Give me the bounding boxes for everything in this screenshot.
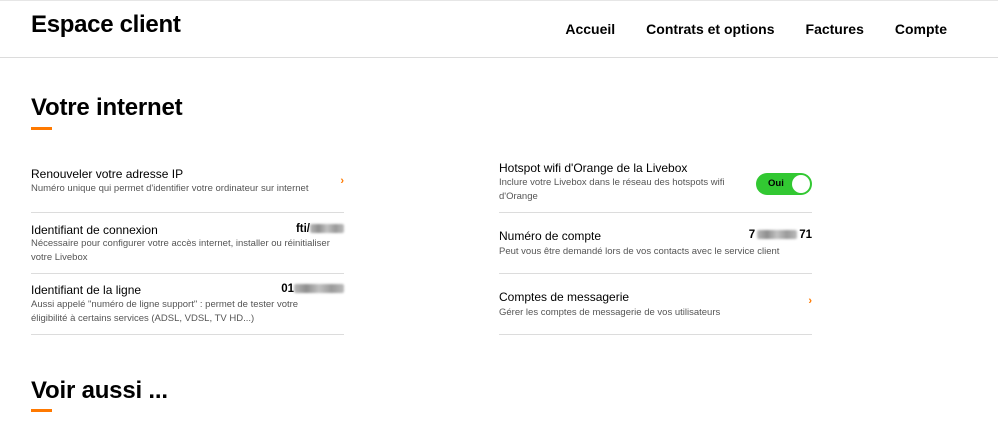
main-nav: Accueil Contrats et options Factures Com… [565,21,947,37]
right-settings-column: Hotspot wifi d'Orange de la Livebox Incl… [499,152,812,335]
row-desc: Numéro unique qui permet d'identifier vo… [31,183,309,194]
section-accent-bar [31,127,52,130]
connection-id-visible: fti/ [295,223,310,235]
chevron-right-icon[interactable]: › [808,295,812,307]
row-desc: Nécessaire pour configurer votre accès i… [31,237,330,265]
left-settings-column: Renouveler votre adresse IP Numéro uniqu… [31,155,344,335]
chevron-right-icon[interactable]: › [340,175,344,187]
toggle-knob [792,175,810,193]
account-number-start: 7 [748,229,756,241]
page-brand-title: Espace client [31,11,181,38]
hotspot-toggle[interactable]: Oui [756,173,812,195]
row-numero-compte: Numéro de compte 7 71 Peut vous être dema… [499,213,812,274]
row-desc-line: votre Livebox [31,252,88,263]
row-desc-line: Nécessaire pour configurer votre accès i… [31,238,330,249]
nav-contrats-options[interactable]: Contrats et options [646,21,774,37]
row-title: Renouveler votre adresse IP [31,167,184,181]
nav-accueil[interactable]: Accueil [565,21,615,37]
row-desc: Inclure votre Livebox dans le réseau des… [499,176,725,204]
redacted-value [757,230,798,240]
row-title: Comptes de messagerie [499,290,630,304]
row-title: Identifiant de la ligne [31,283,142,297]
row-desc-line: éligibilité à certains services (ADSL, V… [31,313,255,324]
row-desc: Gérer les comptes de messagerie de vos u… [499,307,721,318]
row-renouveler-ip[interactable]: Renouveler votre adresse IP Numéro uniqu… [31,155,344,213]
row-comptes-messagerie[interactable]: Comptes de messagerie Gérer les comptes … [499,274,812,335]
redacted-value [310,224,344,234]
row-desc-line: Aussi appelé "numéro de ligne support" :… [31,299,299,310]
toggle-label: Oui [768,178,784,189]
row-desc-line: d'Orange [499,191,538,202]
row-identifiant-connexion: Identifiant de connexion fti/ Nécessaire… [31,213,344,274]
row-title: Numéro de compte [499,229,602,243]
row-desc-line: Inclure votre Livebox dans le réseau des… [499,177,725,188]
connection-id-value: fti/ [296,223,344,235]
row-identifiant-ligne: Identifiant de la ligne 01 Aussi appelé … [31,274,344,335]
line-id-value: 01 [281,283,344,295]
row-title: Hotspot wifi d'Orange de la Livebox [499,161,688,175]
row-desc: Peut vous être demandé lors de vos conta… [499,246,780,257]
account-number-end: 71 [799,229,812,241]
redacted-value [294,284,344,294]
section-title-voir-aussi: Voir aussi ... [31,377,168,404]
line-id-visible: 01 [281,283,294,295]
nav-factures[interactable]: Factures [806,21,864,37]
section-title-votre-internet: Votre internet [31,94,183,121]
account-number-value: 7 71 [749,229,812,241]
section-accent-bar [31,409,52,412]
nav-compte[interactable]: Compte [895,21,947,37]
row-desc: Aussi appelé "numéro de ligne support" :… [31,298,298,326]
top-header: Espace client Accueil Contrats et option… [0,0,998,58]
row-title: Identifiant de connexion [31,223,158,237]
row-hotspot-wifi: Hotspot wifi d'Orange de la Livebox Incl… [499,152,812,213]
